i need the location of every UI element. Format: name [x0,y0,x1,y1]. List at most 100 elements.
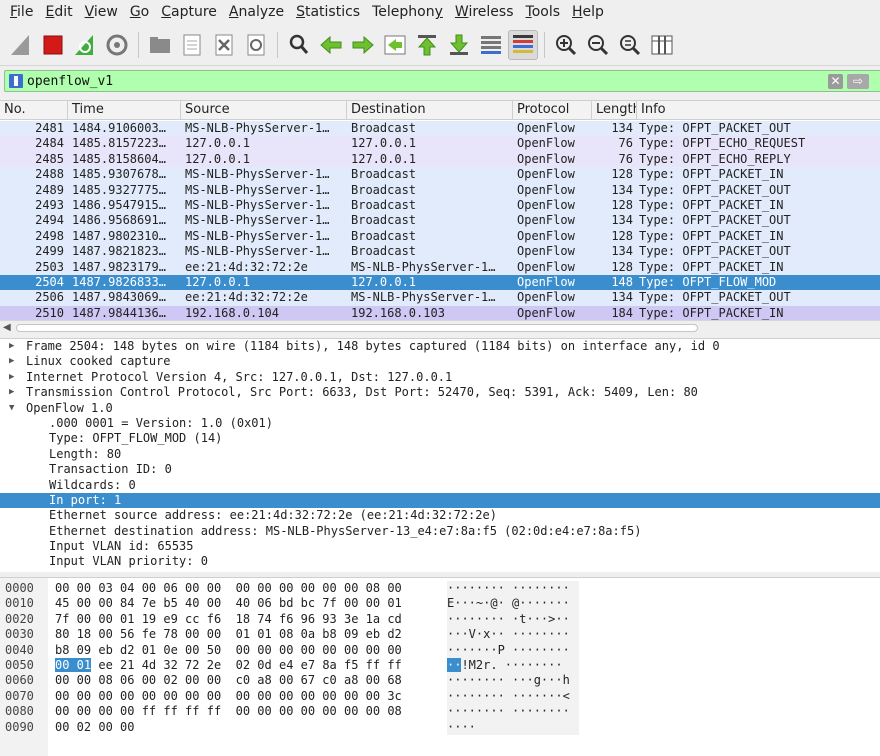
detail-tree-item[interactable]: Wildcards: 0 [0,478,880,493]
bookmark-icon[interactable] [9,74,23,88]
menu-file[interactable]: File [4,0,39,24]
packet-row[interactable]: 2485 1485.8158604… 127.0.0.1 127.0.0.1 OpenF… [0,151,880,168]
scroll-left-icon[interactable]: ◀ [3,322,11,333]
packet-row[interactable]: 2499 1487.9821823… MS-NLB-PhysServer-1… Bro… [0,244,880,260]
packet-row[interactable]: 2510 1487.9844136… 192.168.0.104 192.168.0.… [0,305,880,322]
shark-fin-start-icon[interactable] [6,30,36,60]
normal-size-icon[interactable] [615,30,645,60]
colorize-icon[interactable] [508,29,538,60]
reload-file-icon[interactable] [241,30,271,60]
save-file-icon[interactable] [177,30,207,60]
ascii-bytes[interactable]: ········ ···g···h [447,673,570,688]
menu-wireless[interactable]: Wireless [449,0,520,24]
resize-columns-icon[interactable] [647,30,677,60]
ascii-bytes[interactable]: ·······P ········ [447,643,570,658]
packet-row[interactable]: 2489 1485.9327775… MS-NLB-PhysServer-1… Bro… [0,182,880,198]
packet-row[interactable]: 2493 1486.9547915… MS-NLB-PhysServer-1… Bro… [0,197,880,214]
menu-help[interactable]: Help [566,0,610,24]
detail-tree-item[interactable]: Input VLAN priority: 0 [0,554,880,569]
collapsed-arrow-icon[interactable]: ▶ [9,339,14,354]
detail-tree-item[interactable]: Type: OFPT_FLOW_MOD (14) [0,431,880,446]
display-filter-input[interactable] [27,73,807,89]
menu-go[interactable]: Go [124,0,155,24]
scrollbar-thumb[interactable] [16,324,698,332]
hex-bytes[interactable]: 00 00 08 06 00 02 00 00 c0 a8 00 67 c0 a… [55,673,402,688]
capture-options-icon[interactable] [102,30,132,60]
hex-bytes[interactable]: b8 09 eb d2 01 0e 00 50 00 00 00 00 00 0… [55,643,402,658]
hex-bytes[interactable]: 00 01 ee 21 4d 32 72 2e 02 0d e4 e7 8a f… [55,658,402,673]
go-to-packet-icon[interactable] [380,30,410,60]
detail-tree-item[interactable]: In port: 1 [0,492,880,509]
detail-tree-item[interactable]: ▼ OpenFlow 1.0 [0,401,880,416]
apply-filter-icon[interactable]: ⇨ [847,74,869,89]
column-header-no[interactable]: No. [0,101,68,119]
detail-tree-item[interactable]: ▶ Linux cooked capture [0,354,880,369]
close-file-icon[interactable] [209,30,239,60]
packet-row[interactable]: 2498 1487.9802310… MS-NLB-PhysServer-1… Bro… [0,228,880,245]
ascii-bytes[interactable]: ···· [447,720,476,735]
detail-tree-item[interactable]: ▶ Transmission Control Protocol, Src Port… [0,385,880,400]
horizontal-scrollbar[interactable]: ◀ [0,320,880,334]
packet-row[interactable]: 2481 1484.9106003… MS-NLB-PhysServer-1… Bro… [0,121,880,137]
detail-tree-item[interactable]: Transaction ID: 0 [0,462,880,477]
packet-row[interactable]: 2488 1485.9307678… MS-NLB-PhysServer-1… Bro… [0,167,880,183]
hex-bytes[interactable]: 45 00 00 84 7e b5 40 00 40 06 bd bc 7f 0… [55,596,402,611]
autoscroll-icon[interactable] [476,30,506,60]
zoom-out-icon[interactable] [583,30,613,60]
menu-view[interactable]: View [79,0,124,24]
hex-bytes[interactable]: 00 02 00 00 [55,720,134,735]
hex-bytes[interactable]: 00 00 03 04 00 06 00 00 00 00 00 00 00 0… [55,581,402,596]
open-file-icon[interactable] [145,30,175,60]
ascii-bytes[interactable]: ········ ·······< [447,689,570,704]
column-header-protocol[interactable]: Protocol [513,101,592,119]
packet-row[interactable]: 2506 1487.9843069… ee:21:4d:32:72:2e MS-NLB… [0,290,880,306]
collapsed-arrow-icon[interactable]: ▶ [9,354,14,369]
hex-bytes[interactable]: 7f 00 00 01 19 e9 cc f6 18 74 f6 96 93 3… [55,612,402,627]
detail-tree-item[interactable]: .000 0001 = Version: 1.0 (0x01) [0,416,880,431]
column-header-length[interactable]: Length [592,101,637,119]
packet-row[interactable]: 2504 1487.9826833… 127.0.0.1 127.0.0.1 OpenF… [0,274,880,291]
hex-bytes-highlight[interactable]: 00 01 [55,658,92,672]
column-header-destination[interactable]: Destination [347,101,513,119]
ascii-bytes[interactable]: ········ ········ [447,581,570,596]
detail-tree-item[interactable]: Input VLAN id: 65535 [0,539,880,554]
hex-bytes[interactable]: 00 00 00 00 00 00 00 00 00 00 00 00 00 0… [55,689,402,704]
column-header-time[interactable]: Time [68,101,181,119]
detail-tree-item[interactable]: ▶ Internet Protocol Version 4, Src: 127.0… [0,370,880,385]
detail-tree-item[interactable]: Ethernet source address: ee:21:4d:32:72:… [0,508,880,523]
ascii-bytes[interactable]: ···V·x·· ········ [447,627,570,642]
collapsed-arrow-icon[interactable]: ▶ [9,370,14,385]
packet-row[interactable]: 2494 1486.9568691… MS-NLB-PhysServer-1… Bro… [0,213,880,229]
ascii-bytes-highlight[interactable]: ·· [447,658,462,672]
menu-edit[interactable]: Edit [39,0,78,24]
find-packet-icon[interactable] [284,30,314,60]
ascii-bytes[interactable]: ········ ········ [447,704,570,719]
restart-capture-icon[interactable] [70,30,100,60]
go-forward-icon[interactable] [348,30,378,60]
detail-tree-item[interactable]: ▶ Frame 2504: 148 bytes on wire (1184 bit… [0,339,880,354]
hex-bytes[interactable]: 00 00 00 00 ff ff ff ff 00 00 00 00 00 0… [55,704,402,719]
ascii-bytes[interactable]: ··!M2r. ········ [447,658,563,673]
hex-bytes[interactable]: 80 18 00 56 fe 78 00 00 01 01 08 0a b8 0… [55,627,402,642]
expanded-arrow-icon[interactable]: ▼ [9,401,14,416]
go-back-icon[interactable] [316,30,346,60]
zoom-in-icon[interactable] [551,30,581,60]
column-header-info[interactable]: Info [637,101,880,119]
menu-tools[interactable]: Tools [520,0,567,24]
ascii-bytes[interactable]: E···~·@· @······· [447,596,570,611]
ascii-bytes[interactable]: ········ ·t···>·· [447,612,570,627]
stop-capture-icon[interactable] [38,30,68,60]
packet-row[interactable]: 2484 1485.8157223… 127.0.0.1 127.0.0.1 OpenF… [0,136,880,152]
menu-analyze[interactable]: Analyze [223,0,290,24]
menu-statistics[interactable]: Statistics [290,0,366,24]
packet-row[interactable]: 2503 1487.9823179… ee:21:4d:32:72:2e MS-NLB… [0,259,880,275]
first-packet-icon[interactable] [412,30,442,60]
last-packet-icon[interactable] [444,30,474,60]
collapsed-arrow-icon[interactable]: ▶ [9,385,14,400]
column-header-source[interactable]: Source [181,101,347,119]
detail-tree-item[interactable]: Length: 80 [0,447,880,462]
detail-tree-item[interactable]: Ethernet destination address: MS-NLB-Phy… [0,524,880,539]
menu-telephony[interactable]: Telephony [366,0,449,24]
clear-filter-icon[interactable]: ✕ [828,74,843,89]
menu-capture[interactable]: Capture [155,0,223,24]
